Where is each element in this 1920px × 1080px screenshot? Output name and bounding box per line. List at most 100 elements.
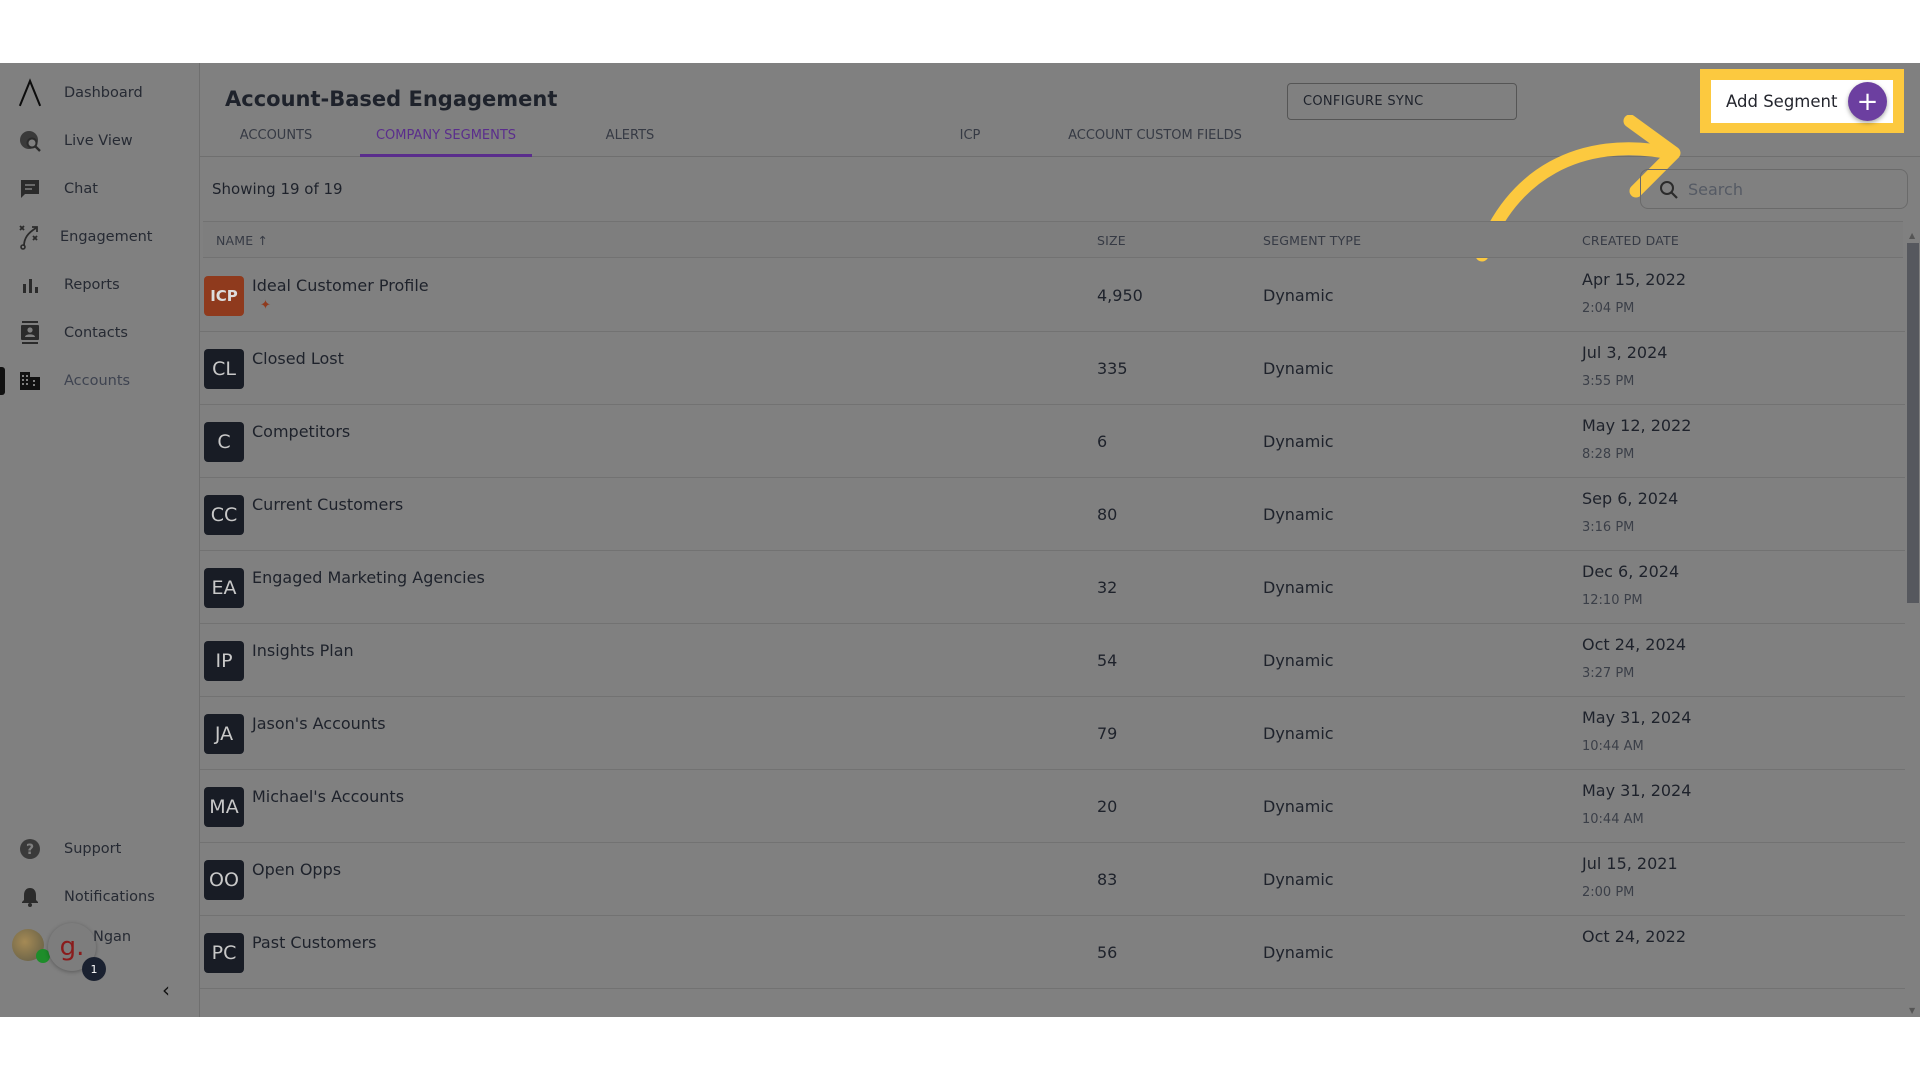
scrollbar[interactable]: ▲ ▼ <box>1905 231 1920 1021</box>
sidebar-item-label: Contacts <box>64 325 128 341</box>
table-row[interactable]: IP Insights Plan 54 Dynamic Oct 24, 2024 3:27… <box>200 624 1905 697</box>
page-title: Account-Based Engagement <box>225 87 558 111</box>
segment-name[interactable]: Current Customers <box>252 495 403 514</box>
segment-size: 6 <box>1097 432 1108 451</box>
column-header-size[interactable]: SIZE <box>1097 233 1126 248</box>
segment-name[interactable]: Michael's Accounts <box>252 787 404 806</box>
tab-account-custom-fields[interactable]: ACCOUNT CUSTOM FIELDS <box>1050 121 1260 157</box>
segment-type: Dynamic <box>1263 578 1334 597</box>
collapse-sidebar-icon[interactable]: ‹ <box>162 978 170 1002</box>
sidebar-item-label: Chat <box>64 181 98 197</box>
sidebar-item-contacts[interactable]: Contacts <box>0 313 200 353</box>
segment-size: 80 <box>1097 505 1118 524</box>
table-row[interactable]: MA Michael's Accounts 20 Dynamic May 31, 202… <box>200 770 1905 843</box>
segment-type: Dynamic <box>1263 359 1334 378</box>
segment-type: Dynamic <box>1263 505 1334 524</box>
notification-badge: 1 <box>82 957 106 981</box>
sidebar-item-notifications[interactable]: Notifications <box>0 877 200 917</box>
column-header-name[interactable]: NAME ↑ <box>216 233 268 248</box>
segment-name[interactable]: Past Customers <box>252 933 376 952</box>
segment-avatar: JA <box>204 714 244 754</box>
table-row[interactable]: EA Engaged Marketing Agencies 32 Dynamic Dec… <box>200 551 1905 624</box>
table-row[interactable]: PC Past Customers 56 Dynamic Oct 24, 2022 <box>200 916 1905 989</box>
table-row[interactable]: CL Closed Lost 335 Dynamic Jul 3, 2024 3:55 P… <box>200 332 1905 405</box>
building-icon <box>18 369 42 393</box>
segment-type: Dynamic <box>1263 724 1334 743</box>
add-segment-label: Add Segment <box>1726 92 1838 111</box>
table-row[interactable]: JA Jason's Accounts 79 Dynamic May 31, 2024 1… <box>200 697 1905 770</box>
sidebar-item-dashboard[interactable]: Dashboard <box>0 73 200 113</box>
created-date: Jul 3, 2024 <box>1582 343 1668 362</box>
segment-name[interactable]: Insights Plan <box>252 641 354 660</box>
segment-name[interactable]: Open Opps <box>252 860 341 879</box>
table-header: NAME ↑ SIZE SEGMENT TYPE CREATED DATE <box>203 221 1903 258</box>
segment-type: Dynamic <box>1263 651 1334 670</box>
tab-accounts[interactable]: ACCOUNTS <box>216 121 336 157</box>
scroll-down-icon[interactable]: ▼ <box>1909 1006 1915 1015</box>
created-date: Sep 6, 2024 <box>1582 489 1679 508</box>
created-date: Oct 24, 2024 <box>1582 635 1686 654</box>
segment-size: 20 <box>1097 797 1118 816</box>
segment-avatar: EA <box>204 568 244 608</box>
created-time: 12:10 PM <box>1582 593 1643 608</box>
segment-type: Dynamic <box>1263 286 1334 305</box>
sidebar-item-label: Live View <box>64 133 133 149</box>
segment-name[interactable]: Ideal Customer Profile <box>252 276 429 295</box>
results-count: Showing 19 of 19 <box>212 180 343 198</box>
help-icon: ? <box>18 837 42 861</box>
segment-avatar: OO <box>204 860 244 900</box>
table-row[interactable]: ICP Ideal Customer Profile ✦ 4,950 Dynamic Ap… <box>200 259 1905 332</box>
search-box[interactable] <box>1640 169 1908 209</box>
user-profile[interactable]: g. 1 Ngan <box>12 923 192 983</box>
search-icon <box>1659 180 1679 204</box>
sidebar-item-engagement[interactable]: Engagement <box>0 217 200 257</box>
segment-type: Dynamic <box>1263 870 1334 889</box>
scrollbar-thumb[interactable] <box>1907 243 1919 603</box>
sidebar-item-label: Accounts <box>64 373 131 389</box>
segment-avatar: PC <box>204 933 244 973</box>
column-header-created-date[interactable]: CREATED DATE <box>1582 233 1679 248</box>
tab-icp[interactable]: ICP <box>910 121 1030 157</box>
table-row[interactable]: CC Current Customers 80 Dynamic Sep 6, 2024 3… <box>200 478 1905 551</box>
table-row[interactable]: C Competitors 6 Dynamic May 12, 2022 8:28 PM <box>200 405 1905 478</box>
segment-name[interactable]: Competitors <box>252 422 350 441</box>
tab-company-segments[interactable]: COMPANY SEGMENTS <box>360 121 532 157</box>
sidebar-item-label: Support <box>64 841 122 857</box>
segment-avatar: ICP <box>204 276 244 316</box>
sidebar-item-live-view[interactable]: Live View <box>0 121 200 161</box>
created-time: 3:55 PM <box>1582 374 1635 389</box>
segment-type: Dynamic <box>1263 943 1334 962</box>
sidebar-item-accounts[interactable]: Accounts <box>0 361 200 401</box>
created-time: 3:27 PM <box>1582 666 1635 681</box>
plus-icon: + <box>1848 82 1887 121</box>
logo-icon <box>18 78 42 107</box>
segment-avatar: MA <box>204 787 244 827</box>
segment-avatar: CL <box>204 349 244 389</box>
created-time: 2:00 PM <box>1582 885 1635 900</box>
search-input[interactable] <box>1688 178 1888 200</box>
created-time: 8:28 PM <box>1582 447 1635 462</box>
segment-name[interactable]: Closed Lost <box>252 349 344 368</box>
user-name: Ngan <box>93 929 132 945</box>
sidebar-item-label: Reports <box>64 277 120 293</box>
created-time: 10:44 AM <box>1582 812 1644 827</box>
sidebar: Dashboard Live View Chat Engagement Repo… <box>0 63 200 1017</box>
created-date: May 31, 2024 <box>1582 708 1692 727</box>
sidebar-item-support[interactable]: ? Support <box>0 829 200 869</box>
segment-name[interactable]: Engaged Marketing Agencies <box>252 568 485 587</box>
segment-type: Dynamic <box>1263 432 1334 451</box>
active-indicator <box>0 367 5 395</box>
sidebar-item-label: Engagement <box>60 229 153 245</box>
sidebar-item-reports[interactable]: Reports <box>0 265 200 305</box>
segments-table: NAME ↑ SIZE SEGMENT TYPE CREATED DATE IC… <box>200 221 1905 1021</box>
tab-alerts[interactable]: ALERTS <box>570 121 690 157</box>
table-row[interactable]: OO Open Opps 83 Dynamic Jul 15, 2021 2:00 PM <box>200 843 1905 916</box>
column-header-segment-type[interactable]: SEGMENT TYPE <box>1263 233 1361 248</box>
scroll-up-icon[interactable]: ▲ <box>1909 231 1915 240</box>
sidebar-item-chat[interactable]: Chat <box>0 169 200 209</box>
created-time: 10:44 AM <box>1582 739 1644 754</box>
add-segment-button[interactable]: Add Segment + <box>1711 80 1893 123</box>
segment-name[interactable]: Jason's Accounts <box>252 714 386 733</box>
segment-avatar: C <box>204 422 244 462</box>
segment-size: 79 <box>1097 724 1118 743</box>
